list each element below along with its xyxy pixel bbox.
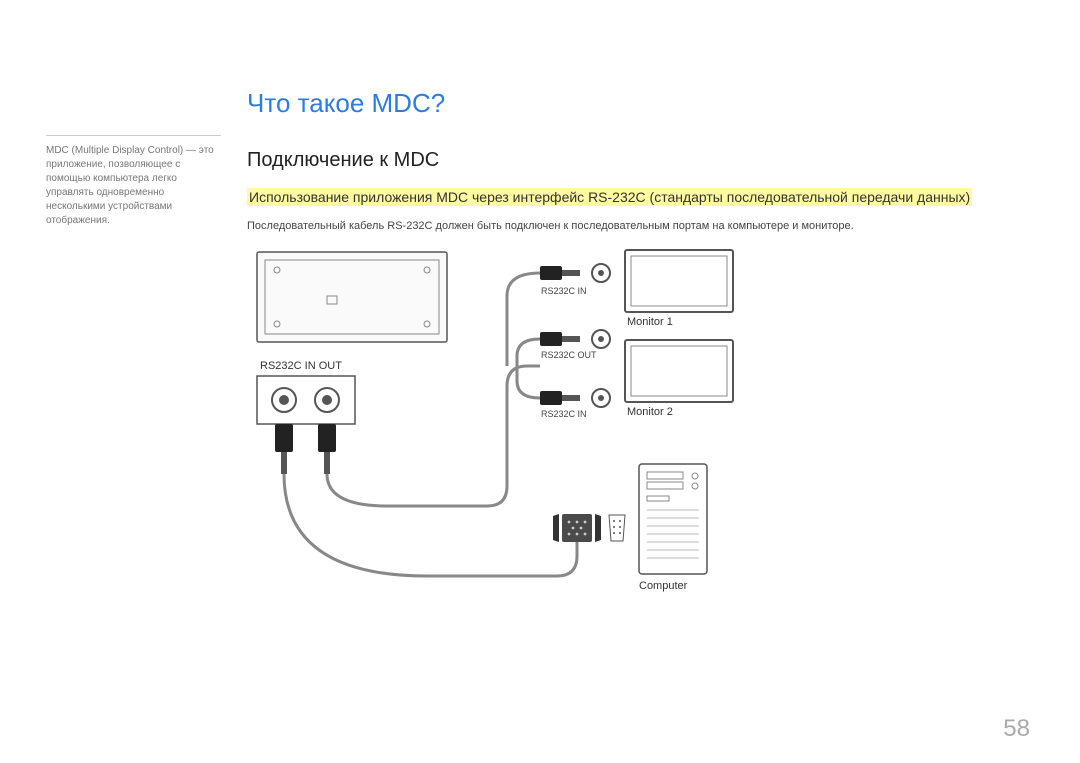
- sidebar-text: MDC (Multiple Display Control) — это при…: [46, 145, 214, 226]
- document-page: MDC (Multiple Display Control) — это при…: [0, 0, 1080, 763]
- label-rs232c-in-1: RS232C IN: [541, 286, 587, 296]
- label-monitor-2: Monitor 2: [627, 406, 673, 418]
- page-title: Что такое MDC?: [247, 88, 1007, 119]
- page-number: 58: [1003, 715, 1030, 743]
- label-computer: Computer: [639, 580, 687, 592]
- cable-to-mon1: [507, 273, 540, 366]
- serial-connector-icon: [553, 514, 601, 542]
- jack-plugs-source: [275, 424, 336, 474]
- jack-monitor1-out: [540, 330, 610, 348]
- monitor-2-icon: [625, 340, 733, 402]
- sidebar-note: MDC (Multiple Display Control) — это при…: [46, 135, 221, 228]
- highlighted-heading-wrap: Использование приложения MDC через интер…: [247, 188, 1007, 208]
- cable-mon1-to-mon2: [517, 339, 540, 398]
- cable-to-computer: [284, 474, 577, 576]
- computer-tower-icon: [639, 464, 707, 574]
- connection-diagram: RS232C IN OUT RS232C IN RS232C OUT RS232…: [247, 246, 767, 626]
- label-rs232c-out: RS232C OUT: [541, 350, 597, 360]
- main-content: Что такое MDC? Подключение к MDC Использ…: [247, 88, 1007, 626]
- jack-monitor1-in: [540, 264, 610, 282]
- section-title: Подключение к MDC: [247, 149, 1007, 172]
- port-closeup: [257, 376, 355, 424]
- monitor-back-panel: [257, 252, 447, 342]
- diagram-svg: [247, 246, 767, 626]
- body-text: Последовательный кабель RS-232C должен б…: [247, 220, 1007, 232]
- highlighted-heading: Использование приложения MDC через интер…: [247, 188, 972, 206]
- serial-port-pc-icon: [609, 515, 625, 541]
- label-monitor-1: Monitor 1: [627, 316, 673, 328]
- cable-loop-1: [327, 366, 540, 506]
- label-rs232c-in-2: RS232C IN: [541, 409, 587, 419]
- port-label: RS232C IN OUT: [260, 360, 342, 372]
- monitor-1-icon: [625, 250, 733, 312]
- jack-monitor2-in: [540, 389, 610, 407]
